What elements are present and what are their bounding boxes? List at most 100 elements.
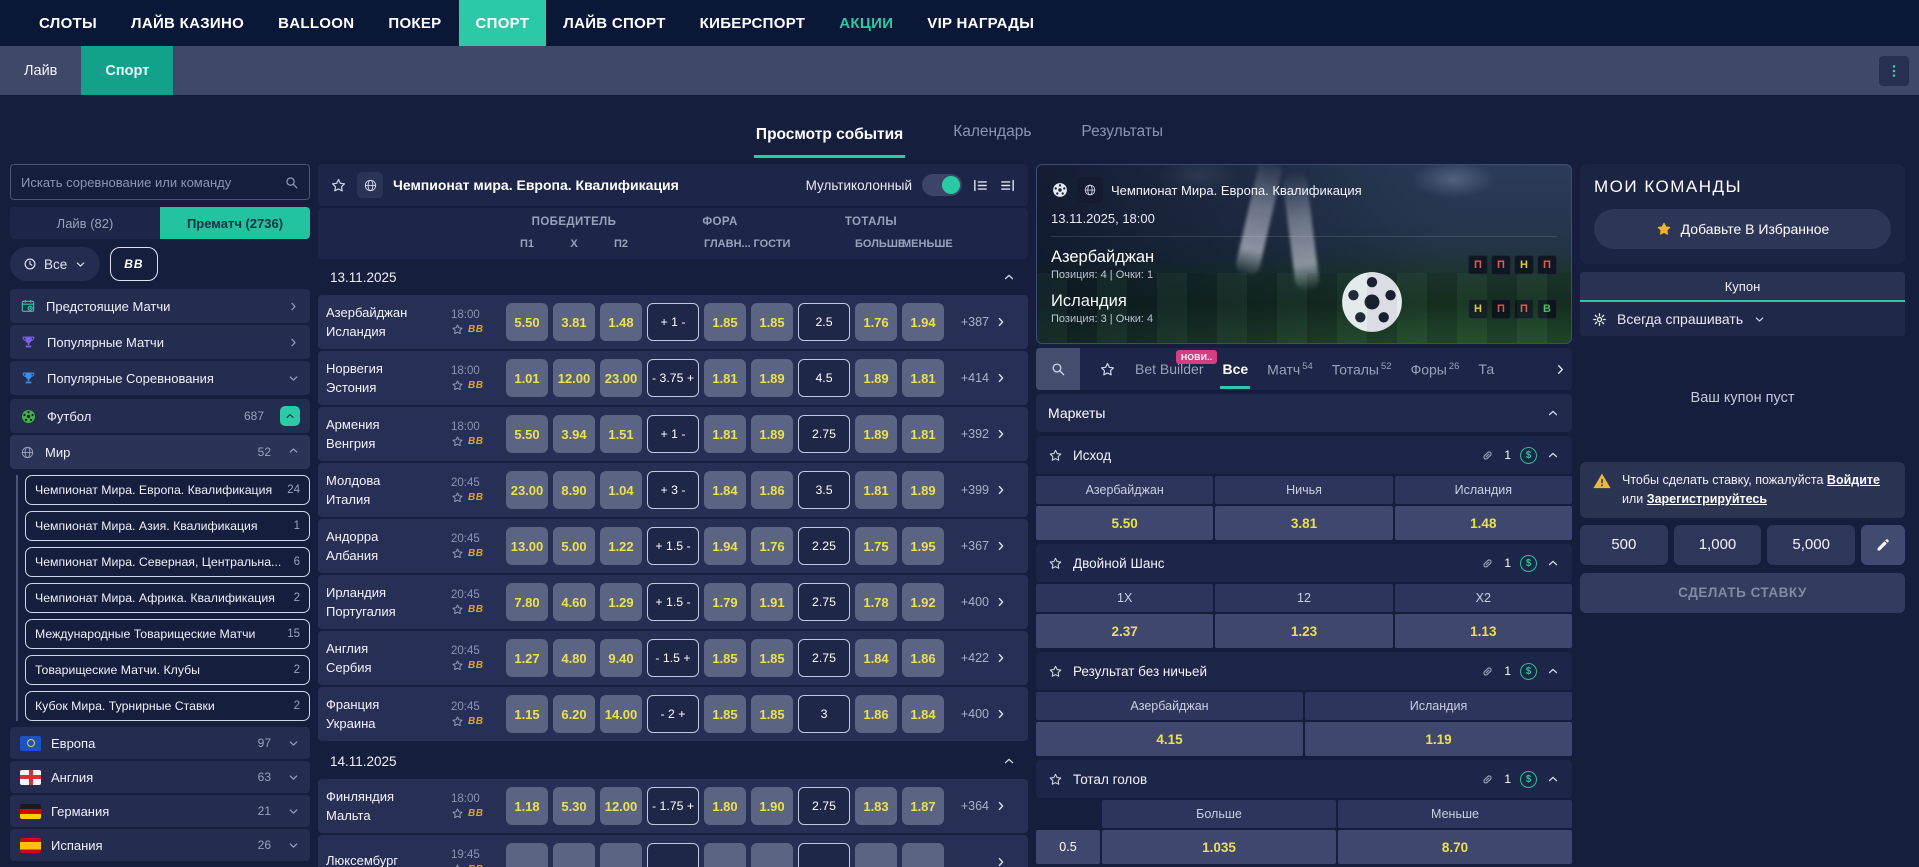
odd-p2[interactable]: 1.51 [600, 415, 642, 453]
odd-p2[interactable]: 14.00 [600, 695, 642, 733]
option-odd[interactable]: 3.81 [1215, 506, 1393, 540]
market-search-button[interactable] [1036, 348, 1080, 390]
market-tab-4[interactable]: Тоталы 52 [1332, 361, 1392, 378]
chevron-right-icon[interactable] [994, 539, 1008, 553]
odd-under[interactable] [902, 843, 944, 867]
view-right-icon[interactable] [999, 177, 1016, 194]
odd-p1[interactable]: 7.80 [506, 583, 548, 621]
odd-under[interactable]: 1.92 [902, 583, 944, 621]
handicap-line[interactable]: + 1 - [647, 415, 699, 453]
handicap-line[interactable] [647, 843, 699, 867]
top-nav-item-6[interactable]: ЛАЙВ СПОРТ [546, 0, 682, 46]
top-nav-item-7[interactable]: КИБЕРСПОРТ [683, 0, 823, 46]
odd-p2[interactable]: 23.00 [600, 359, 642, 397]
odd-under[interactable]: 1.95 [902, 527, 944, 565]
odd-handicap-home[interactable]: 1.80 [704, 787, 746, 825]
more-markets-count[interactable]: +400 [949, 707, 989, 721]
odd-p2[interactable]: 1.04 [600, 471, 642, 509]
option-odd[interactable]: 1.19 [1305, 722, 1572, 756]
odd-p1[interactable]: 1.27 [506, 639, 548, 677]
odd-handicap-home[interactable]: 1.94 [704, 527, 746, 565]
total-line[interactable]: 2.75 [798, 787, 850, 825]
total-line[interactable]: 4.5 [798, 359, 850, 397]
star-icon[interactable] [451, 603, 464, 616]
league-item[interactable]: Чемпионат Мира. Европа. Квалификация 24 [25, 475, 310, 505]
edit-stake-button[interactable] [1860, 524, 1905, 565]
odd-over[interactable]: 1.035 [1102, 830, 1336, 864]
odd-p2[interactable]: 9.40 [600, 639, 642, 677]
odd-under[interactable]: 1.81 [902, 359, 944, 397]
total-line[interactable]: 3.5 [798, 471, 850, 509]
more-markets-count[interactable]: +392 [949, 427, 989, 441]
odd-handicap-away[interactable]: 1.91 [751, 583, 793, 621]
match-row[interactable]: Молдова Италия 20:45 BB 23.00 8.90 1.04 + … [318, 463, 1028, 517]
chevron-up-icon[interactable] [1546, 772, 1560, 786]
link-icon[interactable] [1480, 556, 1495, 571]
market-header[interactable]: Двойной Шанс 1 $ [1036, 544, 1572, 582]
collapse-sport-button[interactable] [280, 406, 300, 426]
chevron-right-icon[interactable] [994, 371, 1008, 385]
multicolumn-toggle[interactable] [922, 174, 962, 196]
view-left-icon[interactable] [972, 177, 989, 194]
total-line[interactable]: 2.25 [798, 527, 850, 565]
odd-handicap-home[interactable]: 1.81 [704, 415, 746, 453]
option-odd[interactable]: 5.50 [1036, 506, 1214, 540]
odd-under[interactable]: 1.89 [902, 471, 944, 509]
chevron-up-icon[interactable] [1546, 448, 1560, 462]
odd-x[interactable]: 6.20 [553, 695, 595, 733]
total-line[interactable]: 3 [798, 695, 850, 733]
handicap-line[interactable]: - 3.75 + [647, 359, 699, 397]
mode-tab-prematch[interactable]: Прематч (2736) [160, 207, 310, 239]
sidebar-item-eu[interactable]: Европа 97 [10, 727, 310, 759]
option-odd[interactable]: 4.15 [1036, 722, 1303, 756]
odd-over[interactable]: 1.75 [855, 527, 897, 565]
top-nav-item-8[interactable]: АКЦИИ [822, 0, 910, 46]
chevron-right-icon[interactable] [994, 651, 1008, 665]
more-markets-count[interactable]: +364 [949, 799, 989, 813]
date-group-header[interactable]: 13.11.2025 [318, 259, 1028, 295]
option-odd[interactable]: 1.23 [1215, 614, 1393, 648]
login-link[interactable]: Войдите [1827, 473, 1880, 487]
chevron-right-icon[interactable] [1553, 362, 1568, 377]
register-link[interactable]: Зарегистрируйтесь [1647, 492, 1767, 506]
match-row[interactable]: Ирландия Португалия 20:45 BB 7.80 4.60 1.2… [318, 575, 1028, 629]
handicap-line[interactable]: + 1.5 - [647, 527, 699, 565]
match-row[interactable]: Норвегия Эстония 18:00 BB 1.01 12.00 23.00… [318, 351, 1028, 405]
top-nav-item-9[interactable]: VIP НАГРАДЫ [910, 0, 1051, 46]
chevron-up-icon[interactable] [1546, 556, 1560, 570]
search-icon[interactable] [284, 175, 299, 190]
market-tab-5[interactable]: Форы 26 [1411, 361, 1460, 378]
kebab-menu-button[interactable] [1879, 56, 1909, 86]
odd-handicap-home[interactable]: 1.79 [704, 583, 746, 621]
odd-handicap-home[interactable]: 1.81 [704, 359, 746, 397]
option-odd[interactable]: 1.48 [1394, 506, 1572, 540]
odd-under[interactable]: 8.70 [1338, 830, 1572, 864]
stake-chip[interactable]: 1,000 [1673, 524, 1762, 565]
odd-handicap-away[interactable]: 1.76 [751, 527, 793, 565]
odd-handicap-away[interactable] [751, 843, 793, 867]
chevron-right-icon[interactable] [994, 315, 1008, 329]
star-icon[interactable] [451, 491, 464, 504]
odd-x[interactable]: 5.30 [553, 787, 595, 825]
odd-p2[interactable]: 1.22 [600, 527, 642, 565]
chevron-right-icon[interactable] [994, 427, 1008, 441]
star-icon[interactable] [1048, 772, 1063, 787]
total-line[interactable]: 2.75 [798, 583, 850, 621]
odd-handicap-away[interactable]: 1.86 [751, 471, 793, 509]
odd-p1[interactable]: 1.01 [506, 359, 548, 397]
sidebar-item-world[interactable]: Мир 52 [10, 435, 310, 469]
odd-p1[interactable]: 1.15 [506, 695, 548, 733]
top-nav-item-2[interactable]: ЛАЙВ КАЗИНО [114, 0, 261, 46]
star-icon[interactable] [1048, 448, 1063, 463]
option-odd[interactable]: 1.13 [1394, 614, 1572, 648]
sub-tab-1[interactable]: Лайв [0, 46, 81, 95]
odd-handicap-home[interactable]: 1.85 [704, 303, 746, 341]
time-filter-dropdown[interactable]: Все [10, 247, 101, 281]
view-tab-1[interactable]: Просмотр события [753, 126, 906, 158]
market-tab-1[interactable]: Bet Builder НОВИ.. [1135, 350, 1218, 377]
odd-x[interactable]: 3.81 [553, 303, 595, 341]
odd-handicap-home[interactable]: 1.85 [704, 695, 746, 733]
odd-under[interactable]: 1.81 [902, 415, 944, 453]
chevron-right-icon[interactable] [994, 483, 1008, 497]
add-favorite-button[interactable]: Добавьте В Избранное [1594, 209, 1891, 249]
